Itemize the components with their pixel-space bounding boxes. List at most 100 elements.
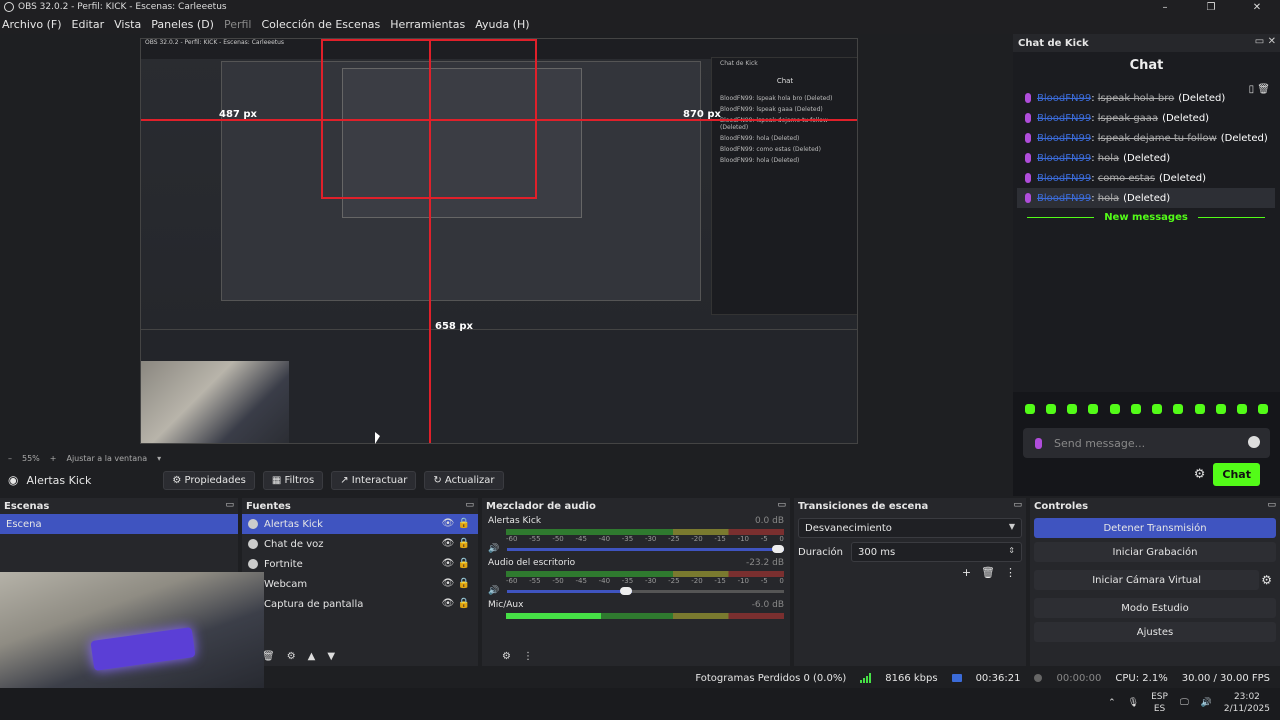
stop-streaming-button[interactable]: Detener Transmisión xyxy=(1034,518,1276,538)
emote-icon[interactable] xyxy=(1173,404,1184,414)
volume-knob[interactable] xyxy=(619,586,632,595)
dock-menu-icon[interactable]: ▭ xyxy=(777,500,786,510)
zoom-in-icon[interactable]: + xyxy=(50,454,57,463)
emote-icon[interactable] xyxy=(1215,404,1226,414)
duration-spinbox[interactable]: 300 ms ⇕ xyxy=(851,542,1022,562)
emote-icon[interactable] xyxy=(1152,404,1163,414)
dock-menu-icon[interactable]: ▭ xyxy=(225,500,234,510)
menu-archivo[interactable]: Archivo (F) xyxy=(2,18,62,31)
refresh-button[interactable]: ↻ Actualizar xyxy=(424,470,504,490)
start-virtual-camera-button[interactable]: Iniciar Cámara Virtual xyxy=(1034,570,1260,590)
gear-icon[interactable]: ⚙ xyxy=(1194,467,1206,482)
chat-message[interactable]: BloodFN99: hola (Deleted) xyxy=(1017,188,1275,208)
move-down-icon[interactable]: ▼ xyxy=(327,651,335,662)
emote-icon[interactable] xyxy=(1088,404,1099,414)
volume-knob[interactable] xyxy=(772,544,784,553)
dock-menu-icon[interactable]: ▭ xyxy=(1013,500,1022,510)
emote-icon[interactable] xyxy=(1130,404,1141,414)
visibility-lock-icons[interactable]: 👁 🔒 xyxy=(442,598,470,609)
network-icon[interactable]: 🖵 xyxy=(1180,698,1189,708)
mixer-settings-icon[interactable]: ⚙ xyxy=(502,651,511,662)
new-messages-divider[interactable]: New messages xyxy=(1017,212,1275,223)
track-db: -6.0 dB xyxy=(751,600,784,610)
visibility-lock-icons[interactable]: 👁 🔒 xyxy=(442,538,470,549)
emote-icon[interactable] xyxy=(1109,404,1120,414)
speaker-icon[interactable]: 🔊 xyxy=(488,586,499,596)
language-indicator[interactable]: ESP ES xyxy=(1151,691,1168,715)
menu-coleccion-escenas[interactable]: Colección de Escenas xyxy=(262,18,381,31)
chat-message[interactable]: BloodFN99: como estas (Deleted) xyxy=(1017,168,1275,188)
more-options-icon[interactable]: ⋮ xyxy=(523,651,533,662)
source-item[interactable]: Chat de voz 👁 🔒 xyxy=(242,534,478,554)
send-message-input[interactable]: Send message... ⚙ Chat xyxy=(1023,428,1270,486)
status-bar: Fotogramas Perdidos 0 (0.0%) 8166 kbps 0… xyxy=(0,668,1280,688)
emote-icon[interactable] xyxy=(1024,404,1035,414)
emoji-picker-icon[interactable] xyxy=(1248,436,1260,448)
close-icon[interactable]: ✕ xyxy=(1234,0,1280,14)
emote-icon[interactable] xyxy=(1237,404,1248,414)
zoom-level[interactable]: 55% xyxy=(22,454,40,463)
scene-item[interactable]: Escena xyxy=(0,514,238,534)
add-icon[interactable]: + xyxy=(962,566,971,579)
chat-message[interactable]: BloodFN99: lspeak hola bro (Deleted) xyxy=(1017,88,1275,108)
source-selection-box[interactable] xyxy=(321,39,537,199)
move-up-icon[interactable]: ▲ xyxy=(308,651,316,662)
menu-editar[interactable]: Editar xyxy=(72,18,105,31)
volume-slider[interactable] xyxy=(507,586,784,595)
menu-perfil[interactable]: Perfil xyxy=(224,18,252,31)
menu-herramientas[interactable]: Herramientas xyxy=(390,18,465,31)
transition-select[interactable]: Desvanecimiento ▼ xyxy=(798,518,1022,538)
gear-icon[interactable]: ⚙ xyxy=(287,651,296,662)
volume-slider[interactable] xyxy=(507,544,784,553)
chat-username[interactable]: BloodFN99 xyxy=(1037,173,1091,184)
source-item[interactable]: Alertas Kick 👁 🔒 xyxy=(242,514,478,534)
visibility-lock-icons[interactable]: 👁 🔒 xyxy=(442,578,470,589)
visibility-lock-icons[interactable]: 👁 🔒 xyxy=(442,518,470,529)
settings-button[interactable]: Ajustes xyxy=(1034,622,1276,642)
more-options-icon[interactable]: ⋮ xyxy=(1005,566,1016,579)
clock[interactable]: 23:02 2/11/2025 xyxy=(1224,691,1270,715)
emote-icon[interactable] xyxy=(1194,404,1205,414)
chat-message[interactable]: BloodFN99: lspeak dejame tu follow (Dele… xyxy=(1017,128,1275,148)
visibility-lock-icons[interactable]: 👁 🔒 xyxy=(442,558,470,569)
dock-float-close-icons[interactable]: ▭ ✕ xyxy=(1255,36,1276,47)
studio-mode-button[interactable]: Modo Estudio xyxy=(1034,598,1276,618)
microphone-tray-icon[interactable]: 🎙 xyxy=(1128,698,1139,708)
chat-message[interactable]: BloodFN99: hola (Deleted) xyxy=(1017,148,1275,168)
menu-paneles[interactable]: Paneles (D) xyxy=(151,18,214,31)
trash-icon[interactable]: 🗑 xyxy=(981,566,995,579)
dock-menu-icon[interactable]: ▭ xyxy=(1267,500,1276,510)
spin-arrows-icon[interactable]: ⇕ xyxy=(1008,546,1015,555)
start-recording-button[interactable]: Iniciar Grabación xyxy=(1034,542,1276,562)
source-item[interactable]: Fortnite 👁 🔒 xyxy=(242,554,478,574)
emote-icon[interactable] xyxy=(1067,404,1078,414)
zoom-out-icon[interactable]: – xyxy=(8,454,12,463)
chat-username[interactable]: BloodFN99 xyxy=(1037,153,1091,164)
dock-menu-icon[interactable]: ▭ xyxy=(465,500,474,510)
maximize-icon[interactable]: ❐ xyxy=(1188,0,1234,14)
chat-send-button[interactable]: Chat xyxy=(1213,463,1260,486)
emote-icon[interactable] xyxy=(1258,404,1269,414)
chat-username[interactable]: BloodFN99 xyxy=(1037,113,1091,124)
chat-username[interactable]: BloodFN99 xyxy=(1037,133,1091,144)
program-preview[interactable]: OBS 32.0.2 - Perfil: KICK - Escenas: Car… xyxy=(140,38,858,444)
source-item[interactable]: Captura de pantalla 👁 🔒 xyxy=(242,594,478,614)
filters-button[interactable]: ▦ Filtros xyxy=(262,470,324,490)
chevron-up-icon[interactable]: ⌃ xyxy=(1108,698,1116,708)
source-item[interactable]: Webcam 👁 🔒 xyxy=(242,574,478,594)
interact-button[interactable]: ↗ Interactuar xyxy=(331,470,417,490)
chat-message[interactable]: BloodFN99: lspeak gaaa (Deleted) xyxy=(1017,108,1275,128)
minimize-icon[interactable]: – xyxy=(1142,0,1188,14)
emote-icon[interactable] xyxy=(1045,404,1056,414)
properties-button[interactable]: ⚙ Propiedades xyxy=(163,470,255,490)
chevron-down-icon[interactable]: ▾ xyxy=(157,454,161,463)
fit-window-button[interactable]: Ajustar a la ventana xyxy=(66,454,147,463)
menu-vista[interactable]: Vista xyxy=(114,18,141,31)
gear-icon[interactable]: ⚙ xyxy=(1261,573,1272,587)
volume-icon[interactable]: 🔊 xyxy=(1201,698,1212,708)
preview-area[interactable]: OBS 32.0.2 - Perfil: KICK - Escenas: Car… xyxy=(0,34,1008,452)
chat-username[interactable]: BloodFN99 xyxy=(1037,93,1091,104)
menu-ayuda[interactable]: Ayuda (H) xyxy=(475,18,529,31)
chat-username[interactable]: BloodFN99 xyxy=(1037,193,1091,204)
speaker-icon[interactable]: 🔊 xyxy=(488,544,499,554)
